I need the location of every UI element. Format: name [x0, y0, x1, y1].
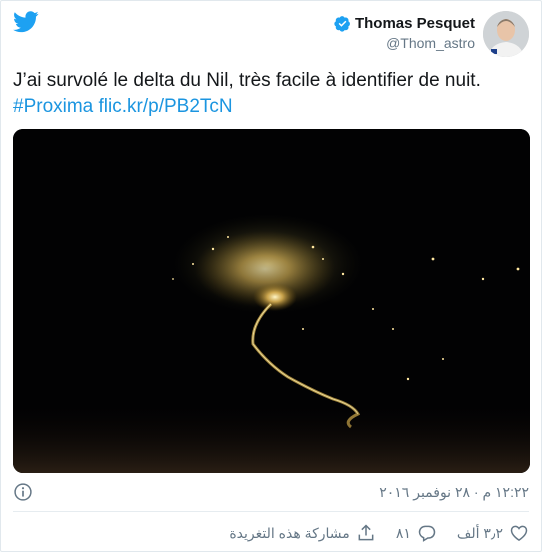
share-label: مشاركة هذه التغريدة [229, 524, 350, 541]
reply-count: ٨١ [395, 524, 411, 541]
tweet-photo[interactable] [13, 129, 530, 473]
tweet-actions: ٣٫٢ ألف ٨١ مشاركة هذه التغريدة [229, 519, 529, 547]
author-handle[interactable]: @Thom_astro [334, 35, 475, 51]
like-count: ٣٫٢ ألف [456, 524, 503, 541]
nile-delta-night-image [13, 129, 530, 473]
avatar[interactable] [483, 11, 529, 57]
author-display-name[interactable]: Thomas Pesquet [355, 15, 475, 32]
avatar-image [483, 11, 529, 57]
tweet-card: Thomas Pesquet @Thom_astro J’ai survolé … [0, 0, 542, 552]
twitter-logo-icon[interactable] [13, 11, 39, 33]
divider [13, 511, 529, 512]
hashtag-link[interactable]: #Proxima [13, 96, 93, 117]
tweet-text: J’ai survolé le delta du Nil, très facil… [13, 68, 529, 120]
share-button[interactable]: مشاركة هذه التغريدة [229, 523, 375, 543]
heart-icon [510, 525, 528, 541]
verified-badge-icon [334, 16, 350, 32]
reply-button[interactable]: ٨١ [396, 523, 437, 543]
url-link[interactable]: flic.kr/p/PB2TcN [99, 96, 233, 117]
info-icon[interactable] [13, 482, 33, 502]
tweet-meta: ١٢:٢٢ م · ٢٨ نوفمبر ٢٠١٦ [13, 481, 529, 503]
like-button[interactable]: ٣٫٢ ألف [457, 523, 529, 543]
reply-icon [418, 525, 436, 542]
share-icon [358, 524, 374, 541]
tweet-text-line: J’ai survolé le delta du Nil, très facil… [13, 70, 481, 91]
tweet-timestamp[interactable]: ١٢:٢٢ م · ٢٨ نوفمبر ٢٠١٦ [379, 484, 529, 501]
author-block[interactable]: Thomas Pesquet @Thom_astro [334, 15, 475, 51]
